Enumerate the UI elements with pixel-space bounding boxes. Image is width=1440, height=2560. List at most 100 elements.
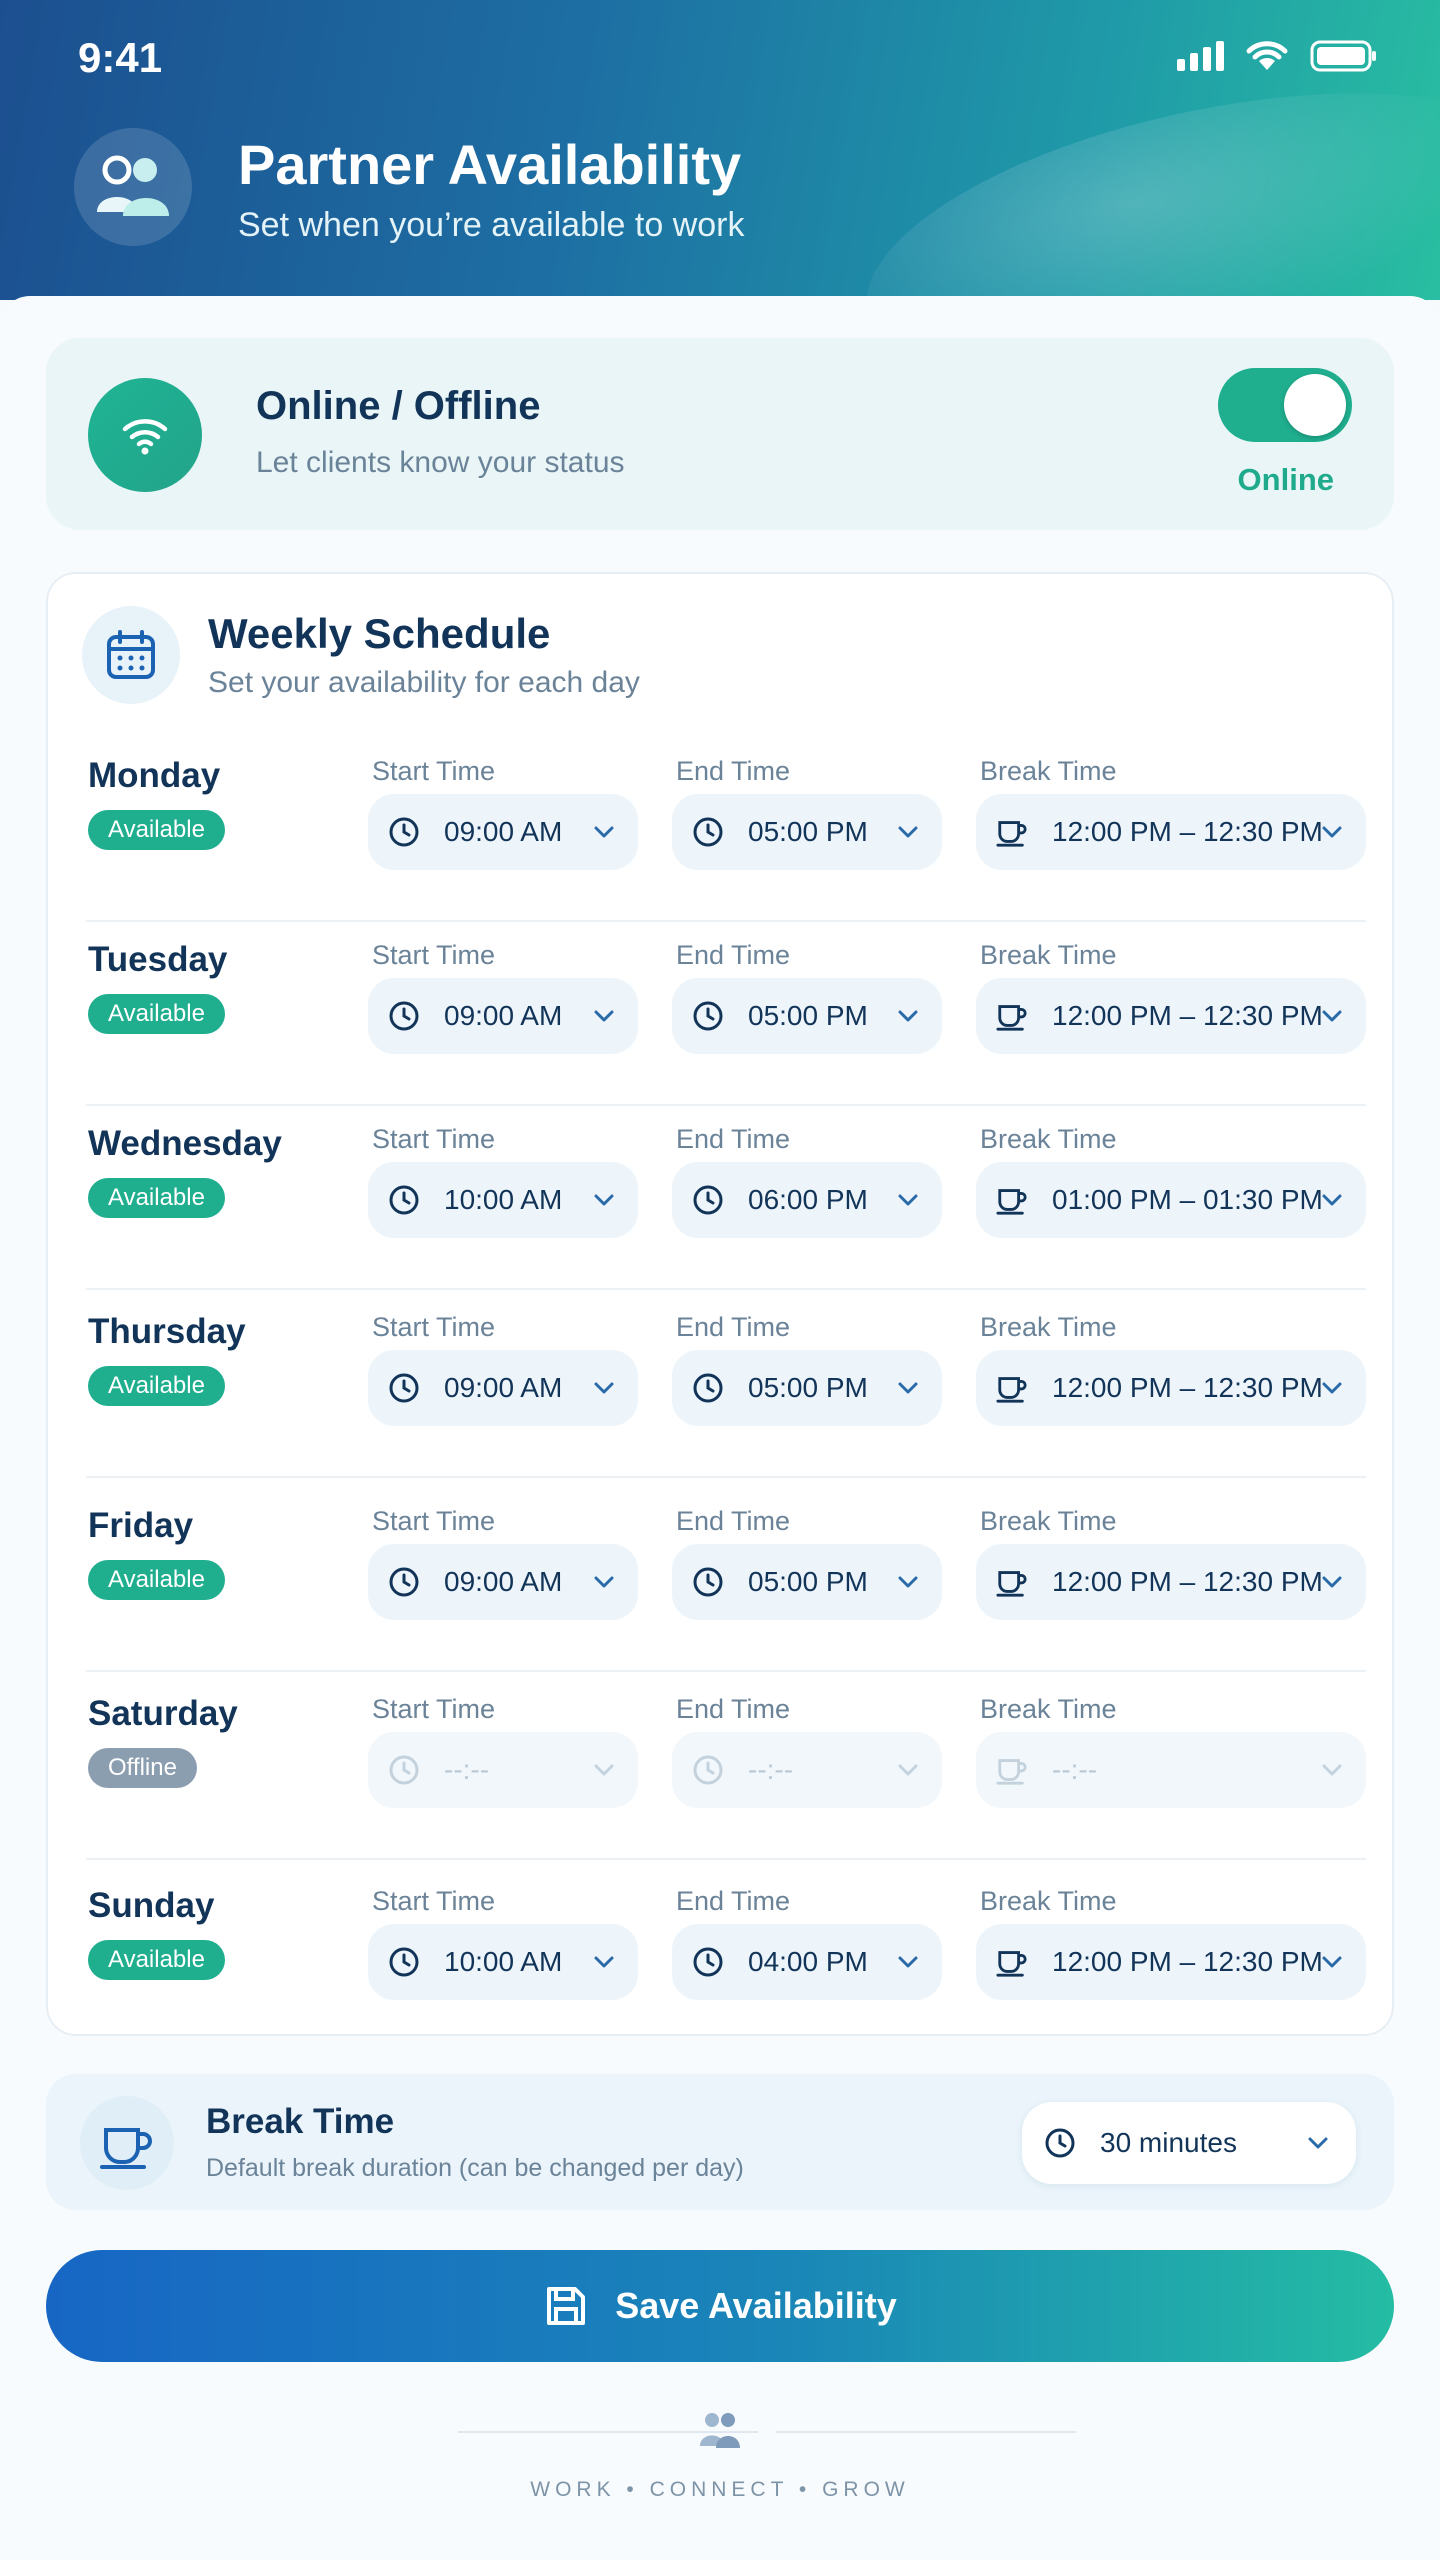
day-row-thursday: Thursday Available Start Time End Time B… xyxy=(48,1292,1396,1478)
break-time-select[interactable]: 12:00 PM – 12:30 PM xyxy=(976,1544,1366,1620)
clock-icon xyxy=(693,1567,723,1597)
chevron-down-icon xyxy=(1322,1382,1342,1394)
end-time-select[interactable]: 05:00 PM xyxy=(672,1544,942,1620)
break-time-label: Break Time xyxy=(980,1694,1117,1724)
end-time-select[interactable]: 06:00 PM xyxy=(672,1162,942,1238)
end-time-label: End Time xyxy=(676,1506,791,1536)
break-duration-select[interactable]: 30 minutes xyxy=(1022,2102,1356,2184)
start-time-label: Start Time xyxy=(372,756,496,786)
calendar-icon xyxy=(82,606,180,704)
chevron-down-icon xyxy=(898,1764,918,1776)
start-time-select[interactable]: 10:00 AM xyxy=(368,1924,638,2000)
clock-icon xyxy=(389,1185,419,1215)
chevron-down-icon xyxy=(898,1956,918,1968)
end-time-label: End Time xyxy=(676,1886,791,1916)
clock-icon xyxy=(693,1001,723,1031)
chevron-down-icon xyxy=(1322,1764,1342,1776)
end-time-select[interactable]: 04:00 PM xyxy=(672,1924,942,2000)
coffee-icon xyxy=(996,1951,1027,1977)
toggle-status-label: Online xyxy=(1237,462,1334,497)
clock-icon xyxy=(1045,2128,1075,2158)
footer-tagline: WORK • CONNECT • GROW xyxy=(530,2478,910,2501)
save-icon xyxy=(547,2287,586,2325)
day-row-wednesday: Wednesday Available Start Time End Time … xyxy=(48,1104,1396,1290)
break-time-select[interactable]: 01:00 PM – 01:30 PM xyxy=(976,1162,1366,1238)
online-toggle[interactable] xyxy=(1218,368,1352,442)
start-time-select[interactable]: 09:00 AM xyxy=(368,978,638,1054)
clock-icon xyxy=(693,1185,723,1215)
chevron-down-icon xyxy=(594,1956,614,1968)
chevron-down-icon xyxy=(1322,1576,1342,1588)
footer-divider-right xyxy=(776,2431,1076,2433)
coffee-icon xyxy=(996,821,1027,847)
end-time-value: 05:00 PM xyxy=(748,1000,868,1031)
start-time-select[interactable]: 09:00 AM xyxy=(368,794,638,870)
chevron-down-icon xyxy=(594,1764,614,1776)
clock-icon xyxy=(693,1755,723,1785)
break-time-select[interactable]: 12:00 PM – 12:30 PM xyxy=(976,794,1366,870)
footer-partners-icon xyxy=(698,2410,742,2455)
chevron-down-icon xyxy=(898,1382,918,1394)
status-badge: Available xyxy=(88,810,225,850)
start-time-value: 09:00 AM xyxy=(444,1372,563,1403)
day-row-sunday: Sunday Available Start Time End Time Bre… xyxy=(48,1866,1396,2052)
break-time-select[interactable]: 12:00 PM – 12:30 PM xyxy=(976,1924,1366,2000)
break-time-label: Break Time xyxy=(980,1312,1117,1342)
break-time-select[interactable]: 12:00 PM – 12:30 PM xyxy=(976,1350,1366,1426)
schedule-subtitle: Set your availability for each day xyxy=(208,666,640,699)
chevron-down-icon xyxy=(898,1576,918,1588)
break-time-select[interactable]: 12:00 PM – 12:30 PM xyxy=(976,978,1366,1054)
day-name: Monday xyxy=(88,756,221,795)
save-button-label: Save Availability xyxy=(615,2285,897,2326)
clock-icon xyxy=(693,817,723,847)
end-time-select[interactable]: 05:00 PM xyxy=(672,978,942,1054)
chevron-down-icon xyxy=(898,1010,918,1022)
day-row-tuesday: Tuesday Available Start Time End Time Br… xyxy=(48,920,1396,1106)
signal-icon xyxy=(1177,41,1224,71)
status-time: 9:41 xyxy=(78,34,163,81)
chevron-down-icon xyxy=(594,826,614,838)
day-row-friday: Friday Available Start Time End Time Bre… xyxy=(48,1486,1396,1672)
chevron-down-icon xyxy=(898,1194,918,1206)
clock-icon xyxy=(693,1947,723,1977)
page-title: Partner Availability xyxy=(238,133,742,196)
end-time-label: End Time xyxy=(676,1312,791,1342)
end-time-value: 06:00 PM xyxy=(748,1184,868,1215)
end-time-label: End Time xyxy=(676,756,791,786)
break-time-label: Break Time xyxy=(980,1886,1117,1916)
start-time-value: 10:00 AM xyxy=(444,1946,563,1977)
status-badge: Available xyxy=(88,1940,225,1980)
row-divider xyxy=(86,1858,1366,1860)
start-time-select[interactable]: 09:00 AM xyxy=(368,1544,638,1620)
day-name: Thursday xyxy=(88,1312,246,1351)
break-time-value: --:-- xyxy=(1052,1754,1098,1785)
break-subtitle: Default break duration (can be changed p… xyxy=(206,2154,744,2182)
row-divider xyxy=(86,1288,1366,1290)
start-time-select[interactable]: 09:00 AM xyxy=(368,1350,638,1426)
end-time-select[interactable]: 05:00 PM xyxy=(672,794,942,870)
chevron-down-icon xyxy=(898,826,918,838)
coffee-icon xyxy=(80,2096,174,2190)
clock-icon xyxy=(389,1947,419,1977)
status-bar: 9:41 xyxy=(0,0,1440,110)
start-time-select: --:-- xyxy=(368,1732,638,1808)
end-time-value: 05:00 PM xyxy=(748,816,868,847)
row-divider xyxy=(86,1476,1366,1478)
start-time-value: 10:00 AM xyxy=(444,1184,563,1215)
online-status-card: Online / Offline Let clients know your s… xyxy=(46,338,1394,530)
break-time-value: 12:00 PM – 12:30 PM xyxy=(1052,1000,1323,1031)
break-time-value: 12:00 PM – 12:30 PM xyxy=(1052,816,1323,847)
break-time-value: 01:00 PM – 01:30 PM xyxy=(1052,1184,1323,1215)
start-time-value: --:-- xyxy=(444,1754,490,1785)
end-time-label: End Time xyxy=(676,1694,791,1724)
wifi-icon xyxy=(88,378,202,492)
end-time-select[interactable]: 05:00 PM xyxy=(672,1350,942,1426)
clock-icon xyxy=(389,1001,419,1031)
chevron-down-icon xyxy=(1322,1194,1342,1206)
save-availability-button[interactable]: Save Availability xyxy=(46,2250,1394,2362)
chevron-down-icon xyxy=(1322,1010,1342,1022)
status-badge: Available xyxy=(88,1366,225,1406)
start-time-value: 09:00 AM xyxy=(444,1000,563,1031)
start-time-select[interactable]: 10:00 AM xyxy=(368,1162,638,1238)
day-row-monday: Monday Available Start Time End Time Bre… xyxy=(48,736,1396,922)
